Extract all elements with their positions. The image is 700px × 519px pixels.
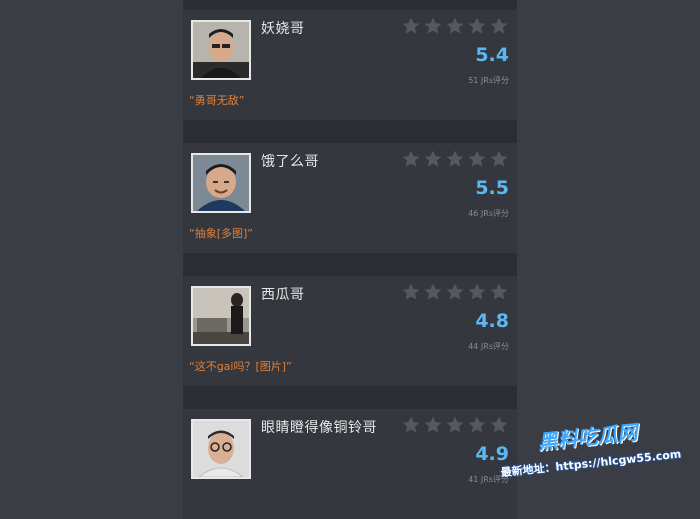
top-comment[interactable]: “这不gai吗？[图片]”: [189, 358, 292, 374]
rating-count: 51 JRs评分: [468, 76, 509, 85]
rating-count: 44 JRs评分: [468, 342, 509, 351]
star-icon[interactable]: [445, 149, 465, 169]
star-icon[interactable]: [467, 282, 487, 302]
star-icon[interactable]: [423, 282, 443, 302]
rating-card[interactable]: 眼睛瞪得像铜铃哥 4.9 41 JRs评分: [183, 409, 517, 519]
star-icon[interactable]: [489, 149, 509, 169]
score-value: 5.5: [475, 177, 509, 199]
avatar[interactable]: [191, 153, 251, 213]
star-icon[interactable]: [445, 415, 465, 435]
user-name: 西瓜哥: [261, 287, 305, 303]
rating-card[interactable]: 妖娆哥 5.4 51 JRs评分 “勇哥无敌”: [183, 10, 517, 120]
user-name: 眼睛瞪得像铜铃哥: [261, 420, 377, 436]
rating-stars[interactable]: [401, 415, 509, 435]
user-name: 妖娆哥: [261, 21, 305, 37]
top-comment[interactable]: “勇哥无敌”: [189, 92, 244, 108]
star-icon[interactable]: [401, 282, 421, 302]
star-icon[interactable]: [401, 16, 421, 36]
star-icon[interactable]: [445, 16, 465, 36]
user-name: 饿了么哥: [261, 154, 319, 170]
star-icon[interactable]: [489, 16, 509, 36]
watermark-logo: 黑料吃瓜网: [536, 420, 639, 455]
rating-stars[interactable]: [401, 16, 509, 36]
avatar[interactable]: [191, 286, 251, 346]
star-icon[interactable]: [401, 149, 421, 169]
rating-card[interactable]: 西瓜哥 4.8 44 JRs评分 “这不gai吗？[图片]”: [183, 276, 517, 386]
star-icon[interactable]: [401, 415, 421, 435]
top-comment[interactable]: “抽象[多图]”: [189, 225, 253, 241]
rating-stars[interactable]: [401, 282, 509, 302]
avatar[interactable]: [191, 419, 251, 479]
score-value: 5.4: [475, 44, 509, 66]
rating-count: 46 JRs评分: [468, 209, 509, 218]
star-icon[interactable]: [423, 16, 443, 36]
star-icon[interactable]: [489, 282, 509, 302]
star-icon[interactable]: [423, 149, 443, 169]
avatar[interactable]: [191, 20, 251, 80]
star-icon[interactable]: [467, 415, 487, 435]
rating-stars[interactable]: [401, 149, 509, 169]
rating-card[interactable]: 饿了么哥 5.5 46 JRs评分 “抽象[多图]”: [183, 143, 517, 253]
star-icon[interactable]: [467, 149, 487, 169]
site-watermark: 黑料吃瓜网 最新地址：https://hlcgw55.com: [496, 410, 700, 510]
star-icon[interactable]: [445, 282, 465, 302]
star-icon[interactable]: [467, 16, 487, 36]
watermark-url: 最新地址：https://hlcgw55.com: [500, 447, 682, 480]
score-value: 4.8: [475, 310, 509, 332]
star-icon[interactable]: [423, 415, 443, 435]
